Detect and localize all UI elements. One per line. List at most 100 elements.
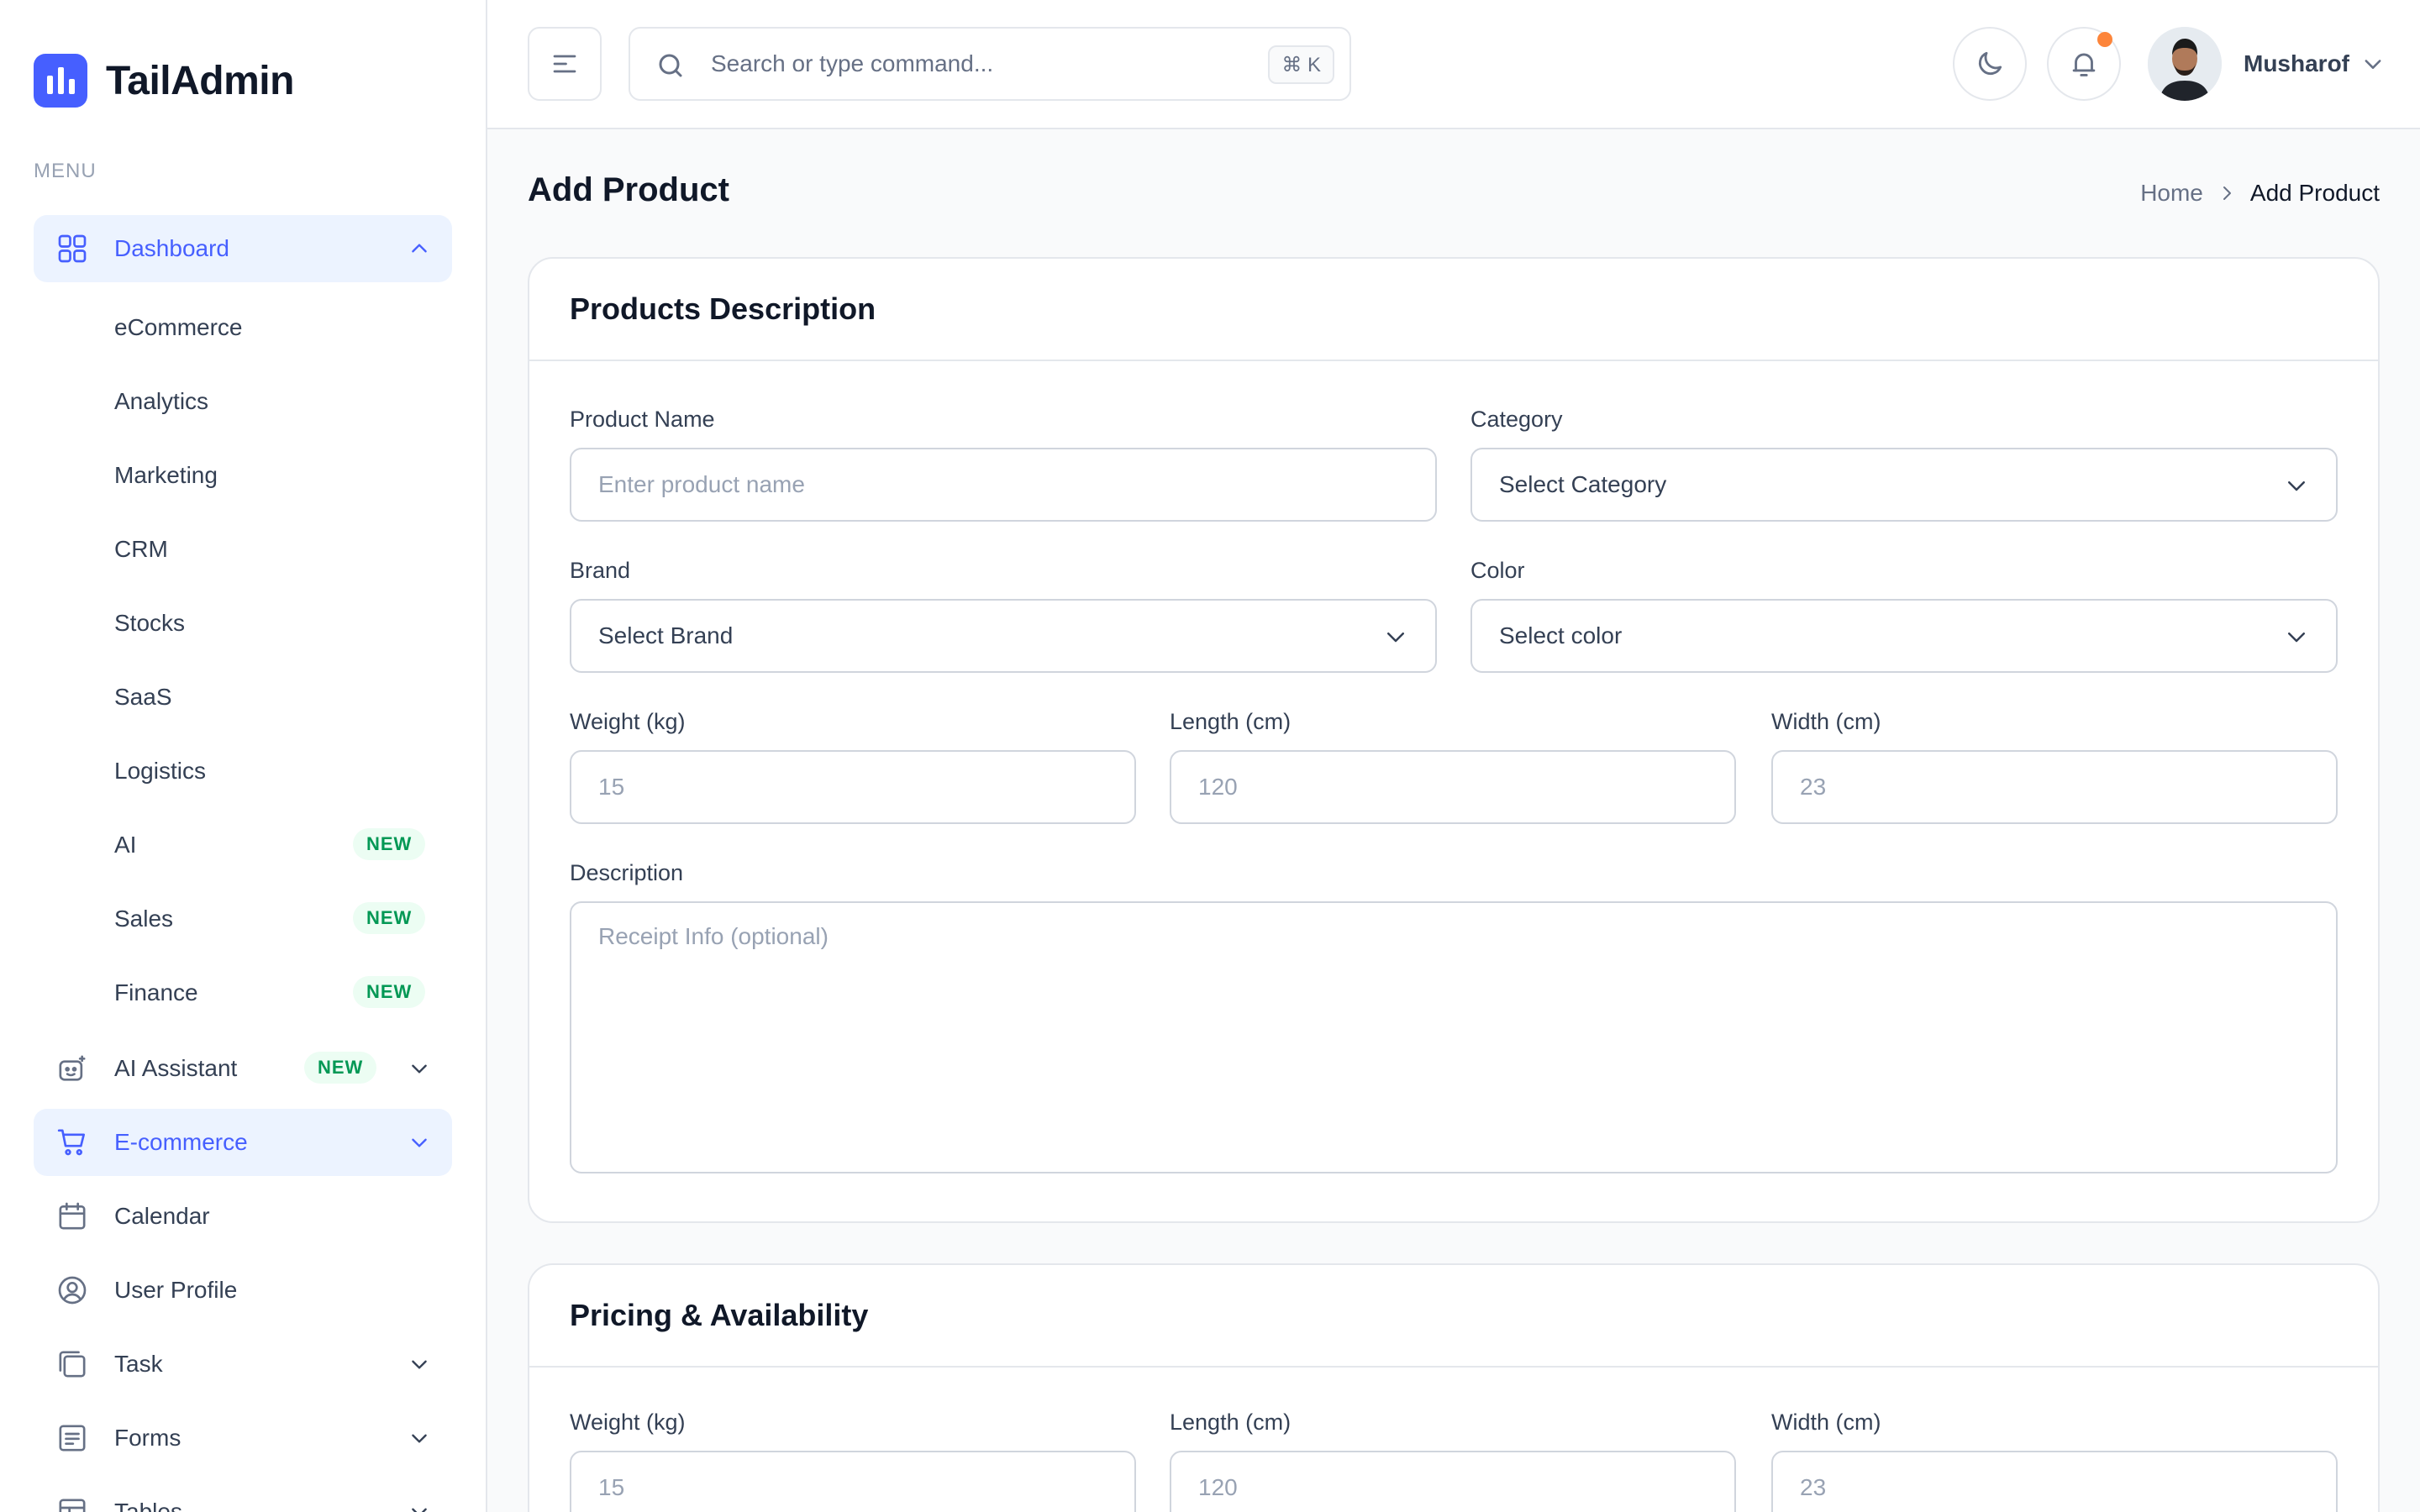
sidebar-item-label: User Profile (114, 1277, 238, 1303)
card-header: Pricing & Availability (529, 1265, 2378, 1368)
sidebar-item-forms[interactable]: Forms (34, 1404, 452, 1472)
sidebar-item-user-profile[interactable]: User Profile (34, 1257, 452, 1324)
length-field: Length (cm) (1170, 709, 1736, 824)
card-title: Pricing & Availability (570, 1298, 869, 1332)
field-label: Width (cm) (1771, 1410, 1881, 1435)
theme-toggle-button[interactable] (1953, 27, 2027, 101)
bell-icon (2072, 53, 2096, 76)
new-badge: NEW (353, 828, 426, 860)
robot-icon (59, 1055, 86, 1081)
chevron-up-icon (412, 244, 427, 253)
sidebar-item-label: Task (114, 1351, 163, 1377)
sidebar-subitem-label: SaaS (114, 684, 172, 710)
field-label: Weight (kg) (570, 709, 686, 734)
notification-dot (2097, 32, 2112, 47)
product-name-field: Product Name (570, 407, 1437, 522)
search-input[interactable] (711, 29, 1215, 99)
field-label: Brand (570, 558, 631, 583)
pricing-width-field: Width (cm) (1771, 1410, 2338, 1512)
sidebar-subitem-ecommerce[interactable]: eCommerce (114, 314, 450, 341)
sidebar-subitem-label: Sales (114, 906, 174, 932)
brand-select[interactable]: Select Brand (570, 599, 1437, 673)
sidebar-item-ai-assistant[interactable]: AI Assistant NEW (34, 1035, 452, 1102)
sidebar-item-label: Dashboard (114, 235, 229, 261)
chevron-down-icon (2365, 60, 2381, 69)
sidebar-subitem-label: eCommerce (114, 314, 243, 340)
chevron-down-icon (1387, 633, 1404, 643)
field-label: Length (cm) (1170, 709, 1292, 734)
category-field: Category Select Category (1470, 407, 2338, 522)
sidebar-item-tables[interactable]: Tables (34, 1478, 452, 1512)
cart-icon (57, 1129, 85, 1156)
new-badge: NEW (353, 976, 426, 1008)
field-label: Category (1470, 407, 1563, 432)
chevron-right-icon (2223, 186, 2231, 200)
pricing-length-field: Length (cm) (1170, 1410, 1736, 1512)
moon-icon (1978, 51, 2002, 76)
user-menu[interactable]: Musharof (2148, 27, 2385, 101)
sidebar-subitem-label: Logistics (114, 758, 206, 784)
field-label: Weight (kg) (570, 1410, 686, 1435)
brand-field: Brand Select Brand (570, 558, 1437, 673)
search-icon (659, 54, 682, 77)
sidebar-subitem-saas[interactable]: SaaS (114, 684, 450, 711)
sidebar-subitem-label: CRM (114, 536, 168, 562)
calendar-icon (59, 1202, 86, 1230)
sidebar-toggle-button[interactable] (528, 27, 602, 101)
product-name-input[interactable] (570, 448, 1437, 522)
brand[interactable]: TailAdmin (34, 54, 294, 108)
color-select[interactable]: Select color (1470, 599, 2338, 673)
width-field: Width (cm) (1771, 709, 2338, 824)
sidebar-item-calendar[interactable]: Calendar (34, 1183, 452, 1250)
category-select[interactable]: Select Category (1470, 448, 2338, 522)
grid-icon (58, 234, 87, 263)
search-shortcut-hint: ⌘ K (1268, 45, 1334, 84)
sidebar-subitem-crm[interactable]: CRM (114, 536, 450, 563)
logo-icon (34, 54, 87, 108)
table-icon (59, 1499, 86, 1512)
sidebar-subitem-analytics[interactable]: Analytics (114, 388, 450, 415)
task-icon (59, 1351, 86, 1378)
field-label: Color (1470, 558, 1525, 583)
sidebar-item-label: Tables (114, 1499, 182, 1512)
pricing-weight-input[interactable] (570, 1451, 1136, 1512)
breadcrumb-current: Add Product (2249, 180, 2380, 206)
notifications-button[interactable] (2047, 27, 2121, 101)
new-badge: NEW (304, 1052, 377, 1084)
sidebar-subitem-marketing[interactable]: Marketing (114, 462, 450, 489)
sidebar-subitem-label: AI (114, 832, 137, 858)
chevron-down-icon (412, 1434, 427, 1443)
breadcrumb-home-link[interactable]: Home (2140, 180, 2203, 207)
weight-input[interactable] (570, 750, 1136, 824)
menu-section-label: MENU (34, 160, 97, 182)
color-field: Color Select color (1470, 558, 2338, 673)
pricing-length-input[interactable] (1170, 1451, 1736, 1512)
products-description-card: Products Description Product Name Catego… (528, 257, 2380, 1223)
sidebar-item-label: AI Assistant (114, 1055, 238, 1081)
user-circle-icon (58, 1276, 87, 1305)
forms-icon (59, 1425, 86, 1452)
sidebar-subitem-finance[interactable]: Finance NEW (114, 976, 450, 1008)
sidebar-item-label: Forms (114, 1425, 182, 1451)
new-badge: NEW (353, 902, 426, 934)
sidebar-item-dashboard[interactable]: Dashboard (34, 215, 452, 282)
chevron-down-icon (412, 1508, 427, 1512)
sidebar-item-ecommerce[interactable]: E-commerce (34, 1109, 452, 1176)
weight-field: Weight (kg) (570, 709, 1136, 824)
description-textarea[interactable] (570, 901, 2338, 1173)
length-input[interactable] (1170, 750, 1736, 824)
user-name: Musharof (2244, 50, 2349, 76)
sidebar-subitem-label: Stocks (114, 610, 186, 636)
sidebar-item-task[interactable]: Task (34, 1331, 452, 1398)
pricing-availability-card: Pricing & Availability Weight (kg) Lengt… (528, 1263, 2380, 1512)
search-bar: ⌘ K (629, 27, 1351, 101)
sidebar-subitem-logistics[interactable]: Logistics (114, 758, 450, 785)
chevron-down-icon (2288, 481, 2305, 491)
sidebar-subitem-stocks[interactable]: Stocks (114, 610, 450, 637)
pricing-width-input[interactable] (1771, 1451, 2338, 1512)
width-input[interactable] (1771, 750, 2338, 824)
sidebar-subitem-sales[interactable]: Sales NEW (114, 902, 450, 934)
brand-name: TailAdmin (106, 58, 294, 103)
sidebar-subitem-ai[interactable]: AI NEW (114, 828, 450, 860)
select-value: Select color (1499, 622, 1623, 648)
